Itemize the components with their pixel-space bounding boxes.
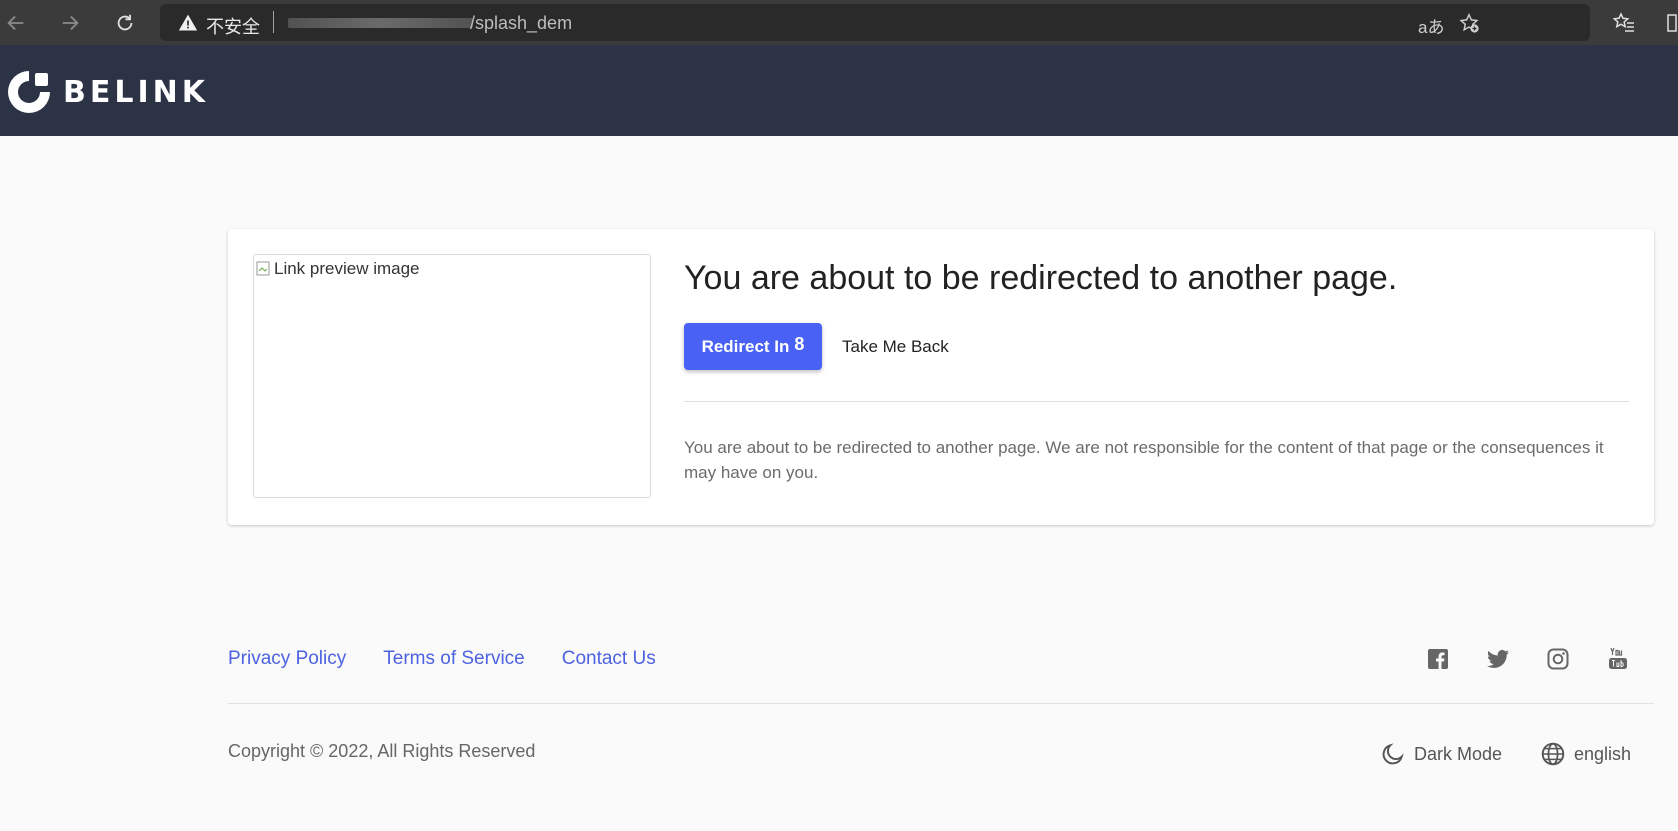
language-selector[interactable]: english [1540,741,1631,767]
address-bar[interactable]: 不安全 /splash_dem aあ [160,4,1590,41]
twitter-icon[interactable] [1486,647,1510,671]
address-separator [273,11,274,33]
favorites-icon[interactable] [1612,11,1636,35]
instagram-icon[interactable] [1546,647,1570,671]
link-preview-image: Link preview image [253,254,651,498]
language-label: english [1574,743,1632,764]
redirect-button-label: Redirect In [701,336,790,356]
moon-icon [1382,743,1404,765]
footer-links: Privacy Policy Terms of Service Contact … [228,648,693,670]
warning-icon[interactable] [178,13,198,33]
terms-of-service-link[interactable]: Terms of Service [383,648,524,670]
dark-mode-label: Dark Mode [1414,743,1503,764]
browser-toolbar: 不安全 /splash_dem aあ [0,0,1678,46]
dark-mode-toggle[interactable]: Dark Mode [1380,741,1502,767]
logo-text: BELINK [63,74,209,110]
belink-logo-icon [8,71,50,113]
broken-image-icon [256,261,270,276]
insecure-label[interactable]: 不安全 [206,13,260,39]
youtube-icon[interactable] [1606,647,1630,671]
preview-alt-label: Link preview image [274,259,420,278]
redirect-button[interactable]: Redirect In 8 [684,323,822,370]
redacted-url [288,18,473,28]
redirect-countdown: 8 [794,334,805,354]
reload-icon[interactable] [111,9,139,37]
add-favorite-icon[interactable] [1458,12,1480,34]
page-title: You are about to be redirected to anothe… [684,259,1398,297]
copyright-text: Copyright © 2022, All Rights Reserved [228,741,536,761]
contact-us-link[interactable]: Contact Us [562,648,656,670]
logo[interactable]: BELINK [5,68,209,116]
forward-arrow-icon[interactable] [56,9,84,37]
facebook-icon[interactable] [1426,647,1450,671]
footer-divider [228,703,1654,704]
disclaimer-text: You are about to be redirected to anothe… [684,438,1604,482]
preview-alt-text: Link preview image [256,259,420,279]
privacy-policy-link[interactable]: Privacy Policy [228,648,346,670]
redirect-card: Link preview image You are about to be r… [228,229,1654,525]
back-arrow-icon[interactable] [2,9,30,37]
globe-icon [1541,742,1565,766]
extensions-icon[interactable] [1664,11,1678,35]
site-header: BELINK [0,45,1678,136]
translate-icon[interactable]: aあ [1418,13,1444,37]
card-divider [684,401,1629,402]
url-path[interactable]: /splash_dem [470,13,572,34]
take-me-back-button[interactable]: Take Me Back [842,323,949,370]
